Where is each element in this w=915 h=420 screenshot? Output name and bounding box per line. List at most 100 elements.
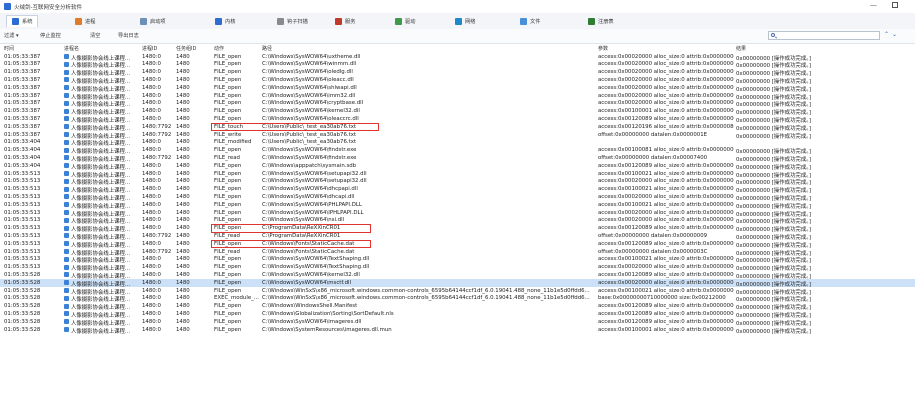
tab-2[interactable]: 启动项 — [135, 15, 171, 27]
process-icon — [64, 311, 69, 317]
search-input[interactable] — [768, 31, 880, 40]
driver-icon — [395, 17, 402, 25]
cell-path: C:\Windows\SysWOW64\oleacc.dll — [262, 76, 354, 83]
search-icon — [771, 33, 775, 37]
table-row[interactable]: 01:05:33:528 人像摄影协会线上课程... 1480:0 1480 EXEC_… — [0, 295, 915, 303]
cell-time: 01:05:33:513 — [4, 186, 41, 193]
chevron-down-icon[interactable]: ⌄ — [892, 31, 900, 38]
tab-5[interactable]: 服务 — [330, 15, 360, 27]
col-time[interactable]: 时间 — [4, 45, 14, 52]
cell-time: 01:05:33:513 — [4, 256, 41, 263]
process-icon — [64, 171, 69, 176]
table-row[interactable]: 01:05:33:404 人像摄影协会线上课程... 1480:0 1480 FILE_… — [0, 162, 915, 171]
col-action[interactable]: 动作 — [214, 45, 224, 52]
tab-1[interactable]: 进程 — [70, 15, 100, 27]
table-row[interactable]: 01:05:33:404 人像摄影协会线上课程... 1480:0 1480 FILE_… — [0, 139, 915, 147]
minimize-icon[interactable]: — — [870, 1, 877, 9]
table-row[interactable]: 01:05:33:513 人像摄影协会线上课程... 1480:0 1480 FILE_… — [0, 186, 915, 194]
service-icon — [335, 17, 342, 25]
chevron-up-icon[interactable]: ⌃ — [884, 31, 892, 38]
table-row[interactable]: 01:05:33:404 人像摄影协会线上课程... 1480:7792 1480 FI… — [0, 154, 915, 163]
export-log-button[interactable]: 导出日志 — [118, 32, 139, 39]
tab-0[interactable]: 系统 — [6, 15, 39, 27]
highlight-box — [211, 239, 371, 249]
col-path[interactable]: 路径 — [262, 45, 272, 52]
cell-tid: 1480 — [176, 170, 190, 177]
table-row[interactable]: 01:05:33:387 人像摄影协会线上课程... 1480:7792 1480 FI… — [0, 123, 915, 132]
cell-params: access:0x00020000 alloc_size:0 attrib:0x… — [598, 178, 734, 185]
table-row[interactable]: 01:05:33:387 人像摄影协会线上课程... 1480:0 1480 FILE_… — [0, 92, 915, 101]
table-row[interactable]: 01:05:33:513 人像摄影协会线上课程... 1480:0 1480 FILE_… — [0, 201, 915, 210]
table-row[interactable]: 01:05:33:513 人像摄影协会线上课程... 1480:0 1480 FILE_… — [0, 240, 915, 249]
maximize-icon[interactable] — [892, 2, 898, 8]
col-result[interactable]: 结果 — [736, 45, 746, 52]
col-process[interactable]: 进程名 — [64, 45, 79, 52]
table-row[interactable]: 01:05:33:513 人像摄影协会线上课程... 1480:7792 1480 FI… — [0, 232, 915, 241]
table-row[interactable]: 01:05:33:387 人像摄影协会线上课程... 1480:0 1480 FILE_… — [0, 76, 915, 85]
table-row[interactable]: 01:05:33:387 人像摄影协会线上课程... 1480:0 1480 FILE_… — [0, 84, 915, 93]
nav-arrows[interactable]: ⌃⌄ — [884, 31, 900, 38]
tab-label: 服务 — [345, 18, 356, 25]
cell-pid: 1480:0 — [142, 256, 161, 263]
process-icon — [64, 327, 69, 332]
cell-time: 01:05:33:387 — [4, 76, 41, 83]
cell-pid: 1480:7792 — [142, 232, 172, 239]
cell-path: C:\Windows\Globalization\Sorting\SortDef… — [262, 310, 394, 317]
process-icon — [64, 295, 69, 301]
cell-action: FILE_open — [214, 318, 242, 325]
table-row[interactable]: 01:05:33:528 人像摄影协会线上课程... 1480:0 1480 FILE_… — [0, 287, 915, 296]
table-row[interactable]: 01:05:33:513 人像摄影协会线上课程... 1480:7792 1480 FI… — [0, 248, 915, 257]
table-row[interactable]: 01:05:33:513 人像摄影协会线上课程... 1480:0 1480 FILE_… — [0, 256, 915, 264]
stop-monitor-button[interactable]: 停止监控 — [40, 32, 61, 39]
cell-path: C:\Windows\SysWOW64\msctf.dll — [262, 279, 352, 286]
tab-label: 注册表 — [598, 18, 614, 25]
table-row[interactable]: 01:05:33:513 人像摄影协会线上课程... 1480:0 1480 FILE_… — [0, 225, 915, 233]
tab-9[interactable]: 注册表 — [583, 15, 619, 27]
table-row[interactable]: 01:05:33:387 人像摄影协会线上课程... 1480:7792 1480 FI… — [0, 131, 915, 140]
cell-tid: 1480 — [176, 123, 190, 130]
table-row[interactable]: 01:05:33:513 人像摄影协会线上课程... 1480:0 1480 FILE_… — [0, 264, 915, 272]
cell-path: C:\Windows\SysWOW64\uxtheme.dll — [262, 53, 361, 60]
cell-path: C:\Windows\SysWOW64\setupapi32.dll — [262, 170, 367, 177]
cell-pid: 1480:0 — [142, 100, 161, 107]
tab-7[interactable]: 网络 — [450, 15, 480, 27]
table-row[interactable]: 01:05:33:404 人像摄影协会线上课程... 1480:0 1480 FILE_… — [0, 147, 915, 155]
cell-time: 01:05:33:528 — [4, 310, 41, 317]
filter-button[interactable]: 过滤 ▾ — [4, 32, 19, 39]
table-row[interactable]: 01:05:33:387 人像摄影协会线上课程... 1480:0 1480 FILE_… — [0, 69, 915, 77]
clear-button[interactable]: 清空 — [90, 32, 100, 39]
table-row[interactable]: 01:05:33:528 人像摄影协会线上课程... 1480:0 1480 FILE_… — [0, 310, 915, 319]
table-row[interactable]: 01:05:33:528 人像摄影协会线上课程... 1480:0 1480 FILE_… — [0, 279, 915, 288]
tab-3[interactable]: 内核 — [210, 15, 240, 27]
table-row[interactable]: 01:05:33:528 人像摄影协会线上课程... 1480:0 1480 FILE_… — [0, 303, 915, 311]
table-row[interactable]: 01:05:33:528 人像摄影协会线上课程... 1480:0 1480 FILE_… — [0, 318, 915, 327]
table-row[interactable]: 01:05:33:513 人像摄影协会线上课程... 1480:0 1480 FILE_… — [0, 193, 915, 202]
col-pid[interactable]: 进程ID — [142, 45, 157, 52]
cell-tid: 1480 — [176, 217, 190, 224]
cell-pid: 1480:0 — [142, 92, 161, 99]
col-tid[interactable]: 任务组ID — [176, 45, 196, 52]
cell-tid: 1480 — [176, 178, 190, 185]
process-icon — [64, 77, 69, 83]
col-params[interactable]: 参数 — [598, 45, 608, 52]
cell-params: access:0x00100001 alloc_size:0 attrib:0x… — [598, 326, 734, 333]
tab-6[interactable]: 驱动 — [390, 15, 420, 27]
table-row[interactable]: 01:05:33:528 人像摄影协会线上课程... 1480:0 1480 FILE_… — [0, 326, 915, 335]
table-row[interactable]: 01:05:33:387 人像摄影协会线上课程... 1480:0 1480 FILE_… — [0, 115, 915, 124]
table-row[interactable]: 01:05:33:513 人像摄影协会线上课程... 1480:0 1480 FILE_… — [0, 178, 915, 186]
cell-action: FILE_open — [214, 201, 242, 208]
cell-action: FILE_open — [214, 170, 242, 177]
cell-pid: 1480:0 — [142, 193, 161, 200]
table-row[interactable]: 01:05:33:387 人像摄影协会线上课程... 1480:0 1480 FILE_… — [0, 61, 915, 69]
table-row[interactable]: 01:05:33:387 人像摄影协会线上课程... 1480:0 1480 FILE_… — [0, 108, 915, 116]
tab-4[interactable]: 钩子扫描 — [272, 15, 313, 27]
table-row[interactable]: 01:05:33:513 人像摄影协会线上课程... 1480:0 1480 FILE_… — [0, 209, 915, 218]
table-row[interactable]: 01:05:33:387 人像摄影协会线上课程... 1480:0 1480 FILE_… — [0, 53, 915, 62]
table-row[interactable]: 01:05:33:528 人像摄影协会线上课程... 1480:0 1480 FILE_… — [0, 271, 915, 280]
table-row[interactable]: 01:05:33:513 人像摄影协会线上课程... 1480:0 1480 FILE_… — [0, 217, 915, 225]
table-row[interactable]: 01:05:33:513 人像摄影协会线上课程... 1480:0 1480 FILE_… — [0, 170, 915, 179]
cell-tid: 1480 — [176, 69, 190, 76]
table-row[interactable]: 01:05:33:387 人像摄影协会线上课程... 1480:0 1480 FILE_… — [0, 100, 915, 108]
tab-8[interactable]: 文件 — [515, 15, 545, 27]
cell-pid: 1480:0 — [142, 318, 161, 325]
